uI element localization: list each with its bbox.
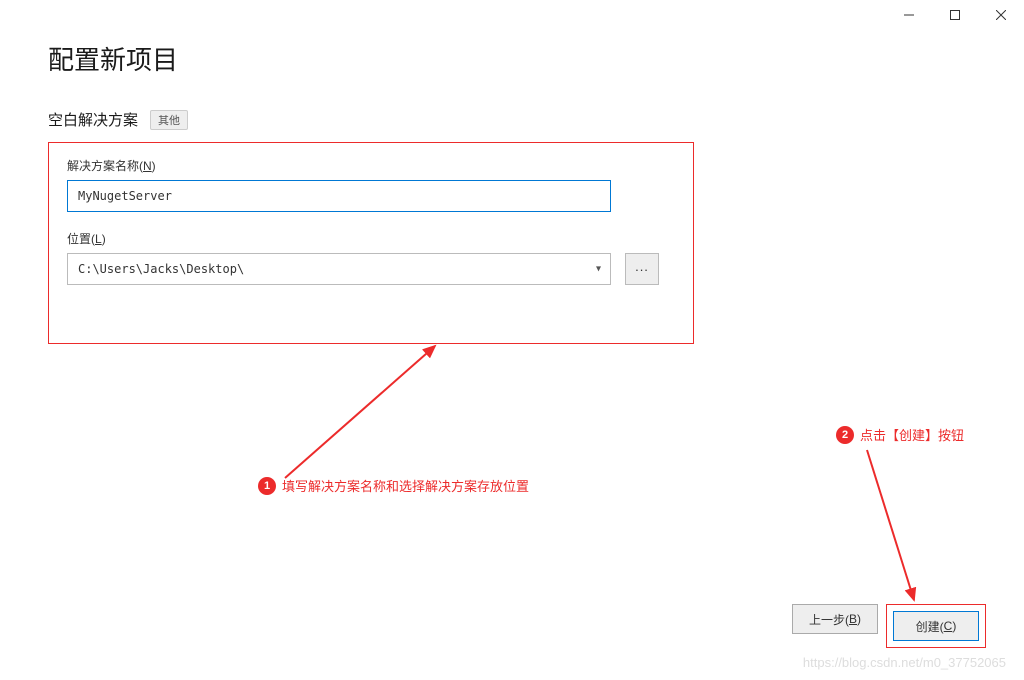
create-button[interactable]: 创建(C) — [893, 611, 979, 641]
annotation-1: 1 填写解决方案名称和选择解决方案存放位置 — [258, 476, 529, 495]
back-button[interactable]: 上一步(B) — [792, 604, 878, 634]
tag-other: 其他 — [150, 110, 188, 130]
solution-type-label: 空白解决方案 — [48, 109, 138, 130]
page-title: 配置新项目 — [48, 40, 976, 77]
solution-name-label: 解决方案名称(N) — [67, 157, 675, 174]
create-highlight-box: 创建(C) — [886, 604, 986, 648]
browse-button[interactable]: ... — [625, 253, 659, 285]
form-highlight-box: 解决方案名称(N) 位置(L) ▾ ... — [48, 142, 694, 344]
location-input[interactable] — [67, 253, 611, 285]
annotation-arrow-1 — [275, 338, 455, 493]
solution-name-input[interactable] — [67, 180, 611, 212]
close-button[interactable] — [978, 0, 1024, 30]
annotation-arrow-2 — [852, 442, 932, 610]
minimize-button[interactable] — [886, 0, 932, 30]
annotation-text-2: 点击【创建】按钮 — [860, 425, 964, 444]
watermark: https://blog.csdn.net/m0_37752065 — [803, 655, 1006, 670]
annotation-badge-2: 2 — [836, 426, 854, 444]
annotation-badge-1: 1 — [258, 477, 276, 495]
maximize-button[interactable] — [932, 0, 978, 30]
location-label: 位置(L) — [67, 230, 675, 247]
annotation-2: 2 点击【创建】按钮 — [836, 425, 964, 444]
annotation-text-1: 填写解决方案名称和选择解决方案存放位置 — [282, 476, 529, 495]
